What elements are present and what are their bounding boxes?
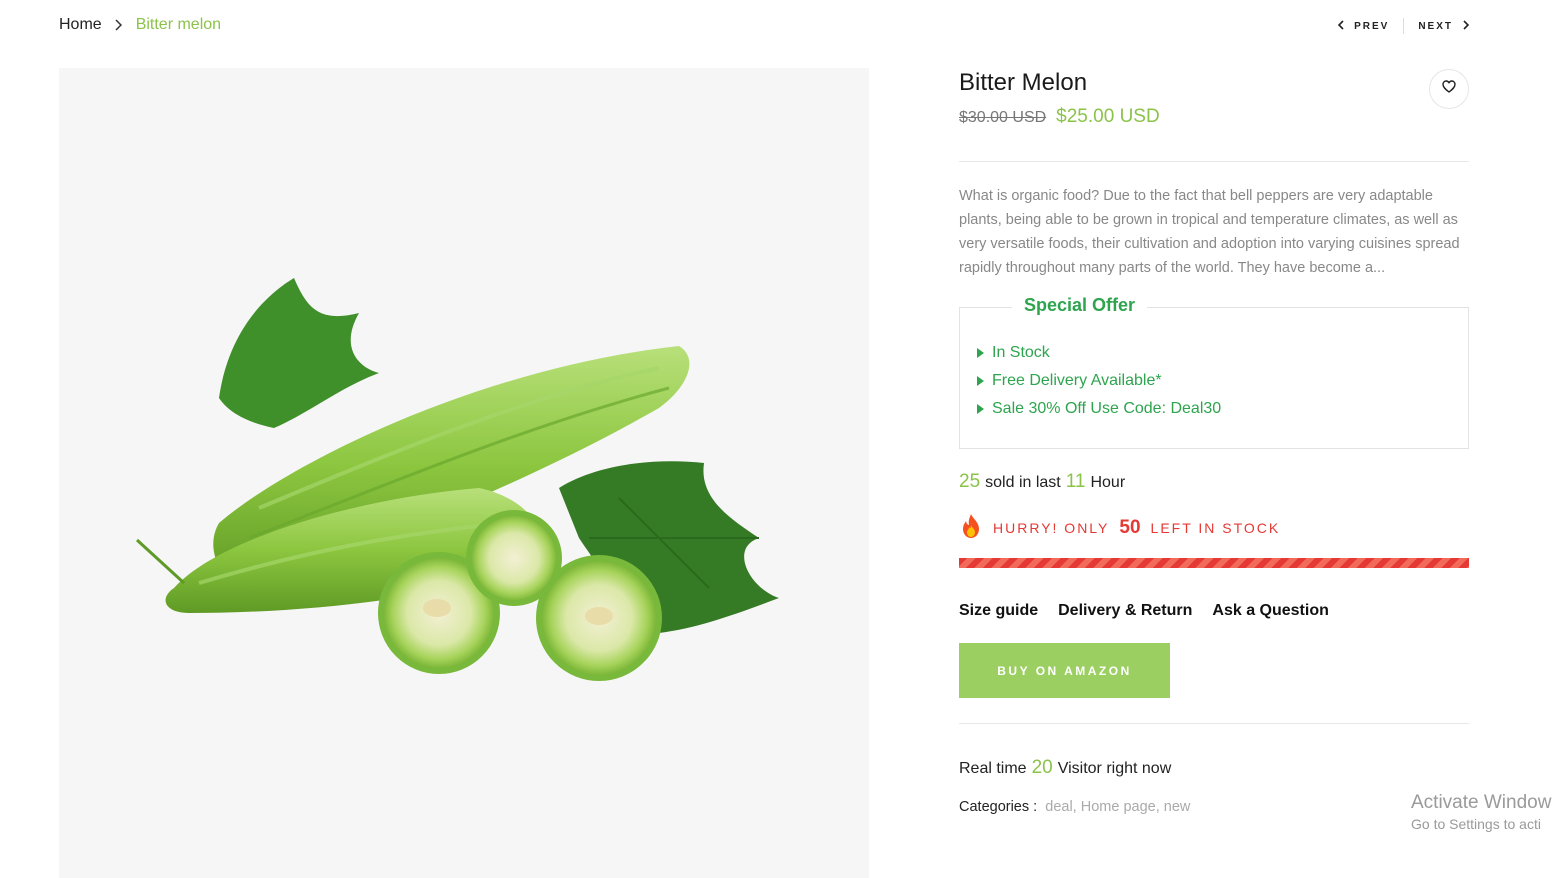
sale-price: $25.00 USD <box>1056 106 1160 127</box>
chevron-right-icon <box>112 19 124 31</box>
caret-right-icon <box>977 376 984 386</box>
delivery-return-link[interactable]: Delivery & Return <box>1058 602 1192 620</box>
sold-count: 25 <box>959 471 981 492</box>
fire-icon <box>959 513 983 542</box>
breadcrumb: Home Bitter melon <box>59 16 221 34</box>
divider <box>959 723 1469 724</box>
sold-hour-label: Hour <box>1090 474 1126 491</box>
prev-button[interactable]: PREV <box>1337 19 1390 33</box>
old-price: $30.00 USD <box>959 109 1047 126</box>
categories: Categories : deal, Home page, new <box>959 799 1469 815</box>
windows-activation-watermark: Activate Window Go to Settings to acti <box>1411 792 1551 832</box>
chevron-right-icon <box>1463 19 1470 33</box>
offer-item-label: Free Delivery Available* <box>992 372 1162 389</box>
category-link-home-page[interactable]: Home page, <box>1081 799 1160 815</box>
sold-text: sold in last <box>985 474 1061 491</box>
stock-prefix: HURRY! ONLY <box>993 519 1110 536</box>
special-offer-box: Special Offer In Stock Free Delivery Ava… <box>959 295 1469 449</box>
offer-list: In Stock Free Delivery Available* Sale 3… <box>977 339 1221 423</box>
watermark-line2: Go to Settings to acti <box>1411 816 1541 832</box>
offer-item-label: In Stock <box>992 344 1050 361</box>
product-description: What is organic food? Due to the fact th… <box>959 188 1460 276</box>
divider <box>959 161 1469 162</box>
next-label: NEXT <box>1418 20 1453 32</box>
wishlist-button[interactable] <box>1429 69 1469 109</box>
product-image[interactable] <box>59 68 869 878</box>
product-pager: PREV NEXT <box>1337 18 1470 34</box>
offer-item: Free Delivery Available* <box>977 367 1221 395</box>
categories-label: Categories : <box>959 799 1038 815</box>
stock-count: 50 <box>1119 516 1141 538</box>
offer-item: Sale 30% Off Use Code: Deal30 <box>977 395 1221 423</box>
category-link-deal[interactable]: deal, <box>1045 799 1076 815</box>
sold-hours: 11 <box>1065 471 1086 492</box>
ask-question-link[interactable]: Ask a Question <box>1212 602 1328 620</box>
stock-progress-bar <box>959 558 1469 568</box>
heart-icon <box>1442 80 1456 98</box>
breadcrumb-home-link[interactable]: Home <box>59 16 102 34</box>
stock-warning: HURRY! ONLY 50 LEFT IN STOCK <box>959 513 1469 542</box>
visitor-prefix: Real time <box>959 760 1027 777</box>
sold-counter: 25 sold in last 11 Hour <box>959 471 1469 493</box>
product-info: Bitter Melon $30.00 USD $25.00 USD What … <box>959 68 1469 815</box>
next-button[interactable]: NEXT <box>1418 19 1470 33</box>
prev-label: PREV <box>1354 20 1390 32</box>
pager-divider <box>1403 18 1405 34</box>
visitor-suffix: Visitor right now <box>1057 760 1172 777</box>
watermark-line1: Activate Window <box>1411 792 1552 813</box>
offer-item-label: Sale 30% Off Use Code: Deal30 <box>992 400 1222 417</box>
caret-right-icon <box>977 404 984 414</box>
top-bar: Home Bitter melon PREV NEXT <box>0 0 1552 52</box>
special-offer-title: Special Offer <box>1012 295 1148 316</box>
size-guide-link[interactable]: Size guide <box>959 602 1038 620</box>
caret-right-icon <box>977 348 984 358</box>
info-links: Size guide Delivery & Return Ask a Quest… <box>959 602 1469 620</box>
bitter-melon-illustration <box>135 278 779 681</box>
buy-on-amazon-button[interactable]: BUY ON AMAZON <box>959 643 1170 698</box>
visitor-count: 20 <box>1031 757 1053 778</box>
visitor-counter: Real time 20 Visitor right now <box>959 757 1469 779</box>
offer-item: In Stock <box>977 339 1221 367</box>
category-link-new[interactable]: new <box>1164 799 1191 815</box>
breadcrumb-current: Bitter melon <box>135 16 222 33</box>
product-title: Bitter Melon <box>959 69 1088 96</box>
stock-suffix: LEFT IN STOCK <box>1150 519 1281 536</box>
chevron-left-icon <box>1337 19 1344 33</box>
price-row: $30.00 USD $25.00 USD <box>959 106 1469 128</box>
